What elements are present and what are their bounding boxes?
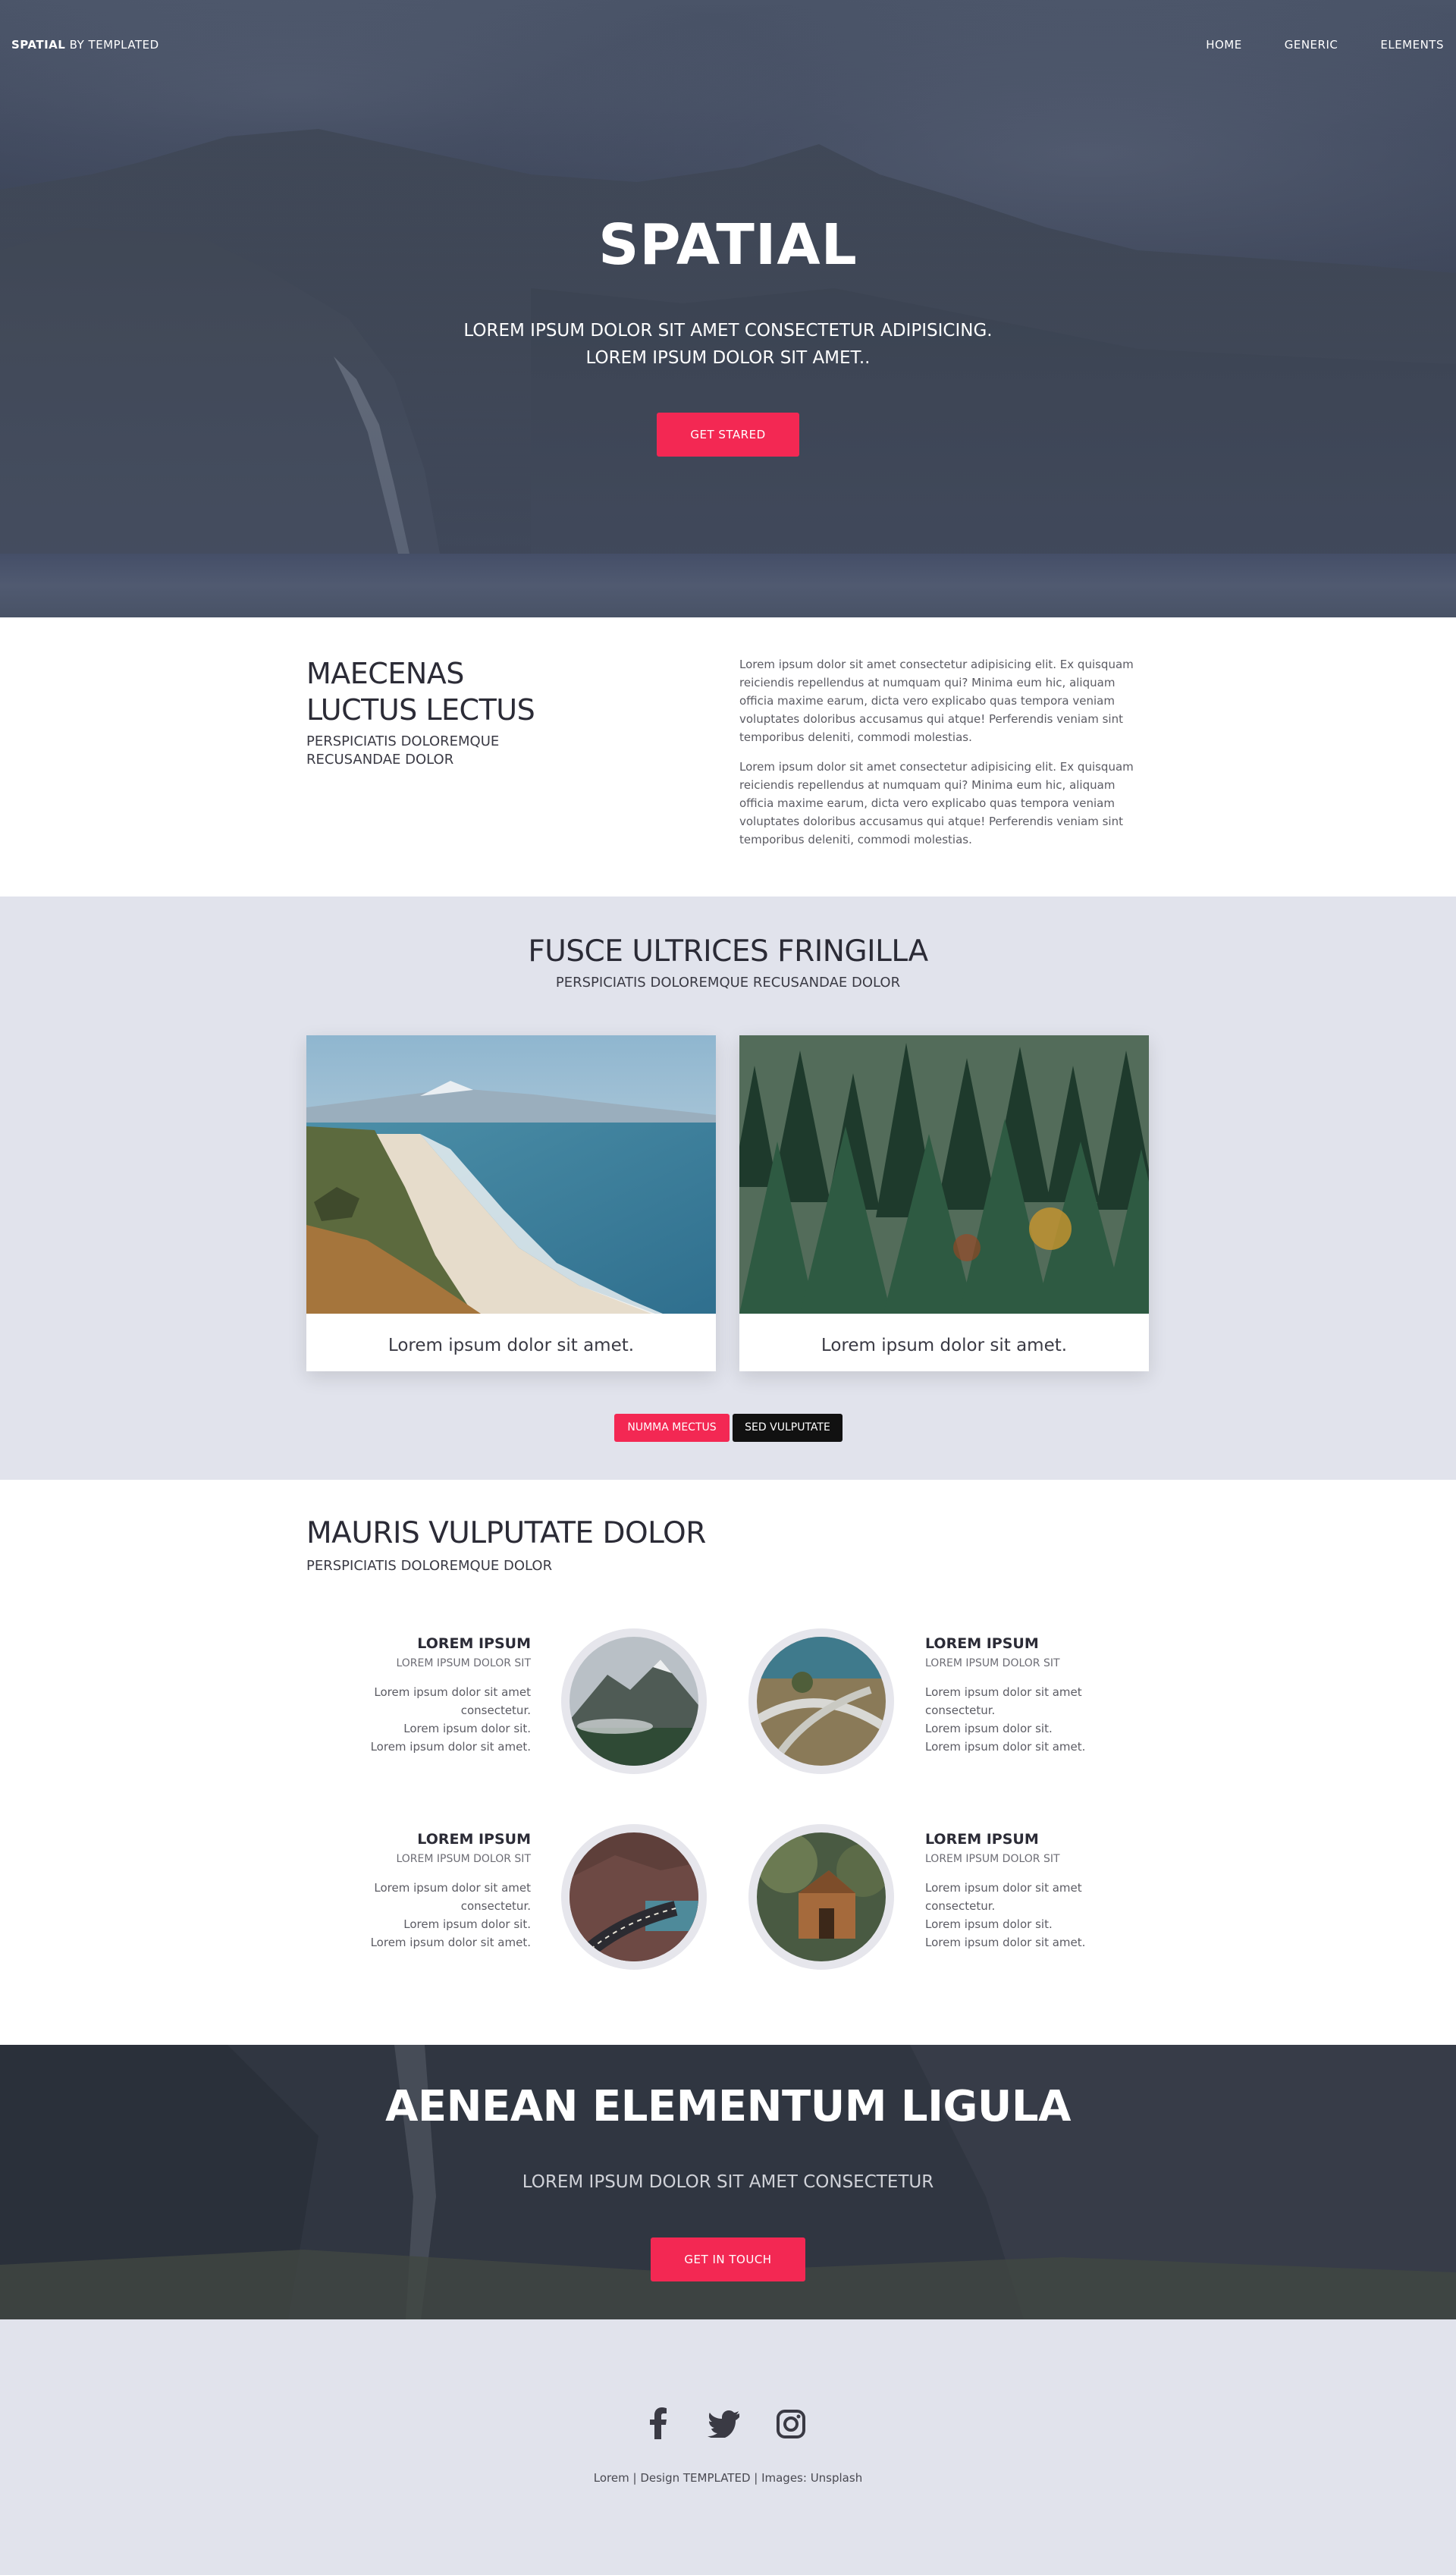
beach-image bbox=[306, 1035, 716, 1314]
intro-paragraph: Lorem ipsum dolor sit amet consectetur a… bbox=[739, 658, 1134, 744]
gallery-card-caption: Lorem ipsum dolor sit amet. bbox=[821, 1336, 1068, 1355]
facebook-icon[interactable] bbox=[648, 2407, 668, 2442]
intro-heading-block: MAECENAS LUCTUS LECTUS PERSPICIATIS DOLOR… bbox=[306, 655, 610, 769]
tab-numma-mectus[interactable]: NUMMA MECTUS bbox=[614, 1414, 730, 1442]
footer: Lorem | Design TEMPLATED | Images: Unspl… bbox=[0, 2319, 1456, 2575]
gallery-subtitle: PERSPICIATIS DOLOREMQUE RECUSANDAE DOLOR bbox=[555, 975, 901, 991]
feature-title: LOREM IPSUM bbox=[417, 1831, 531, 1848]
feature-image-cabin bbox=[748, 1824, 894, 1970]
feature-title: LOREM IPSUM bbox=[925, 1831, 1039, 1848]
gallery-section: FUSCE ULTRICES FRINGILLA PERSPICIATIS DO… bbox=[0, 897, 1456, 1480]
intro-paragraph: Lorem ipsum dolor sit amet consectetur a… bbox=[739, 760, 1134, 846]
gallery-card-beach[interactable]: Lorem ipsum dolor sit amet. bbox=[306, 1035, 716, 1371]
feature-body: Lorem ipsum dolor sit amet consectetur. … bbox=[925, 1685, 1086, 1754]
feature-image-highway bbox=[748, 1628, 894, 1774]
gallery-card-forest[interactable]: Lorem ipsum dolor sit amet. bbox=[732, 1035, 1179, 1371]
forest-image bbox=[732, 1035, 1179, 1314]
nav-elements-link[interactable]: ELEMENTS bbox=[1380, 38, 1444, 52]
nav-home-link[interactable]: HOME bbox=[1206, 38, 1242, 52]
intro-text: Lorem ipsum dolor sit amet consectetur a… bbox=[739, 655, 1145, 849]
feature-subtitle: LOREM IPSUM DOLOR SIT bbox=[396, 1853, 531, 1865]
cta-title: AENEAN ELEMENTUM LIGULA bbox=[385, 2082, 1071, 2131]
nav-generic-link[interactable]: GENERIC bbox=[1285, 38, 1338, 52]
hero-section: SPATIAL BY TEMPLATED HOME GENERIC ELEMEN… bbox=[0, 0, 1456, 617]
feature-subtitle: LOREM IPSUM DOLOR SIT bbox=[396, 1657, 531, 1669]
twitter-icon[interactable] bbox=[708, 2410, 739, 2441]
feature-item: LOREM IPSUM LOREM IPSUM DOLOR SIT Lorem … bbox=[303, 1831, 531, 1952]
feature-title: LOREM IPSUM bbox=[925, 1635, 1039, 1652]
social-icons bbox=[645, 2407, 811, 2444]
feature-item: LOREM IPSUM LOREM IPSUM DOLOR SIT Lorem … bbox=[303, 1635, 531, 1756]
feature-body: Lorem ipsum dolor sit amet consectetur. … bbox=[370, 1881, 531, 1949]
feature-image-road bbox=[561, 1824, 707, 1970]
cta-subtitle: LOREM IPSUM DOLOR SIT AMET CONSECTETUR bbox=[522, 2172, 934, 2192]
feature-item: LOREM IPSUM LOREM IPSUM DOLOR SIT Lorem … bbox=[925, 1635, 1153, 1756]
hero-lake-band bbox=[0, 554, 1456, 617]
intro-subheading: PERSPICIATIS DOLOREMQUE RECUSANDAE DOLOR bbox=[306, 733, 500, 768]
top-navigation-bar: SPATIAL BY TEMPLATED HOME GENERIC ELEMEN… bbox=[0, 0, 1456, 89]
features-title: MAURIS VULPUTATE DOLOR bbox=[306, 1516, 706, 1550]
feature-item: LOREM IPSUM LOREM IPSUM DOLOR SIT Lorem … bbox=[925, 1831, 1153, 1952]
features-subtitle: PERSPICIATIS DOLOREMQUE DOLOR bbox=[306, 1558, 553, 1574]
get-in-touch-button[interactable]: GET IN TOUCH bbox=[651, 2237, 805, 2281]
hero-title: SPATIAL bbox=[598, 212, 858, 278]
tab-sed-vulputate[interactable]: SED VULPUTATE bbox=[733, 1414, 843, 1442]
main-nav: HOME GENERIC ELEMENTS bbox=[1163, 38, 1444, 52]
feature-title: LOREM IPSUM bbox=[417, 1635, 531, 1652]
gallery-card-caption: Lorem ipsum dolor sit amet. bbox=[388, 1336, 635, 1355]
gallery-title: FUSCE ULTRICES FRINGILLA bbox=[528, 934, 928, 969]
hero-content: SPATIAL LOREM IPSUM DOLOR SIT AMET CONSE… bbox=[0, 212, 1456, 457]
feature-body: Lorem ipsum dolor sit amet consectetur. … bbox=[925, 1881, 1086, 1949]
feature-image-mountain bbox=[561, 1628, 707, 1774]
intro-section: MAECENAS LUCTUS LECTUS PERSPICIATIS DOLOR… bbox=[0, 617, 1456, 897]
hero-subtitle: LOREM IPSUM DOLOR SIT AMET CONSECTETUR A… bbox=[463, 321, 993, 368]
feature-subtitle: LOREM IPSUM DOLOR SIT bbox=[925, 1853, 1060, 1865]
cta-section: AENEAN ELEMENTUM LIGULA LOREM IPSUM DOLO… bbox=[0, 2045, 1456, 2319]
get-started-button[interactable]: GET STARED bbox=[657, 413, 799, 457]
site-logo[interactable]: SPATIAL BY TEMPLATED bbox=[11, 38, 159, 52]
instagram-icon[interactable] bbox=[777, 2410, 805, 2442]
feature-body: Lorem ipsum dolor sit amet consectetur. … bbox=[370, 1685, 531, 1754]
gallery-tabs: NUMMA MECTUS SED VULPUTATE bbox=[614, 1414, 843, 1442]
features-section: MAURIS VULPUTATE DOLOR PERSPICIATIS DOLO… bbox=[0, 1480, 1456, 2045]
intro-heading: MAECENAS LUCTUS LECTUS bbox=[306, 657, 535, 727]
feature-subtitle: LOREM IPSUM DOLOR SIT bbox=[925, 1657, 1060, 1669]
footer-credit: Lorem | Design TEMPLATED | Images: Unspl… bbox=[593, 2471, 863, 2485]
